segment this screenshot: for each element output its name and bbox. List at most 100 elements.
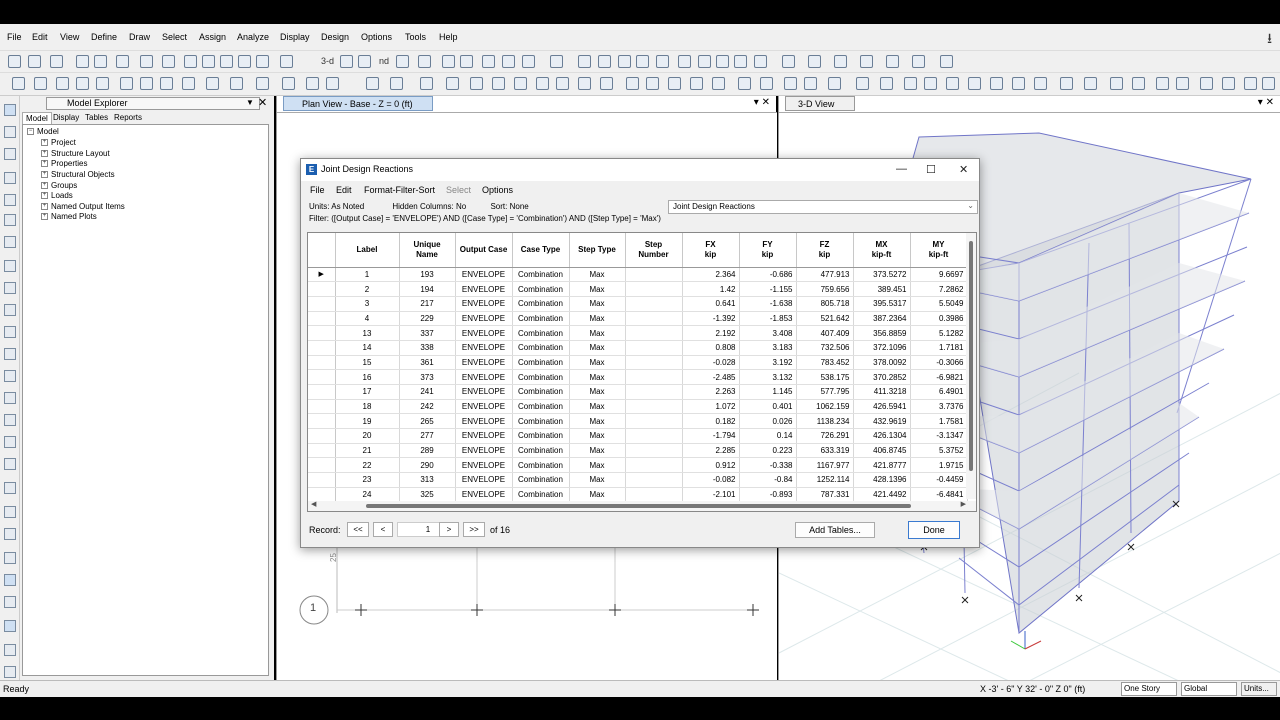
table-cell[interactable]: 0.026	[739, 413, 797, 430]
menu-display[interactable]: Display	[280, 32, 310, 42]
dimension-draw-icon[interactable]	[4, 414, 16, 426]
table-cell[interactable]: Combination	[512, 399, 570, 415]
clear-selection-icon[interactable]	[514, 77, 527, 90]
table-row[interactable]: ▶ 1 193 ENVELOPE Combination Max 2.364 -0.686 47…	[308, 267, 968, 283]
table-cell[interactable]: 1.7581	[910, 413, 968, 430]
row-selector[interactable]	[308, 472, 336, 488]
vertical-scrollbar[interactable]	[966, 233, 976, 499]
prev-record-button[interactable]: <	[373, 522, 393, 537]
table-cell[interactable]: Combination	[512, 428, 570, 444]
table-cell[interactable]: Combination	[512, 311, 570, 327]
table-cell[interactable]: 1.42	[682, 281, 740, 297]
table-cell[interactable]: 577.795	[796, 384, 854, 400]
scroll-left-icon[interactable]: ◀	[311, 500, 316, 508]
table-cell[interactable]: -0.082	[682, 472, 740, 488]
detail-icon[interactable]	[1156, 77, 1169, 90]
save-icon[interactable]	[50, 55, 63, 68]
column-header[interactable]: FZ kip	[796, 233, 854, 268]
draw-brace-icon[interactable]	[120, 77, 133, 90]
row-selector[interactable]	[308, 428, 336, 444]
row-selector[interactable]	[308, 413, 336, 430]
table-cell[interactable]: 337	[399, 325, 456, 341]
table-cell[interactable]	[625, 296, 683, 312]
select-plane-icon[interactable]	[578, 77, 591, 90]
row-selector[interactable]	[308, 384, 336, 400]
table-cell[interactable]: 9.6697	[910, 267, 968, 283]
table-cell[interactable]: ENVELOPE	[455, 384, 513, 400]
vertical-scroll-thumb[interactable]	[969, 241, 973, 471]
table-cell[interactable]: 0.912	[682, 457, 740, 474]
table-cell[interactable]: ENVELOPE	[455, 325, 513, 341]
table-cell[interactable]: Max	[569, 311, 626, 327]
table-cell[interactable]: Combination	[512, 369, 570, 385]
table-cell[interactable]: 0.223	[739, 443, 797, 459]
table-cell[interactable]: 426.1304	[853, 428, 911, 444]
table-row[interactable]: 20 277 ENVELOPE Combination Max -1.794 0.14 726…	[308, 428, 968, 444]
snap-points-icon[interactable]	[4, 596, 16, 608]
beam-icon[interactable]	[618, 55, 631, 68]
dialog-menu-file[interactable]: File	[310, 185, 325, 195]
table-cell[interactable]	[625, 443, 683, 459]
assign-diaphragm-icon[interactable]	[760, 77, 773, 90]
table-cell[interactable]: 373	[399, 369, 456, 385]
table-row[interactable]: 16 373 ENVELOPE Combination Max -2.485 3.132 53…	[308, 369, 968, 385]
snap-mid-icon[interactable]	[326, 77, 339, 90]
minimize-icon[interactable]: —	[896, 163, 907, 175]
brace-draw-icon[interactable]	[4, 236, 16, 248]
tree-item[interactable]: + Properties	[41, 159, 87, 168]
table-cell[interactable]: 2.192	[682, 325, 740, 341]
table-cell[interactable]: 194	[399, 281, 456, 297]
design-concrete-icon[interactable]	[990, 77, 1003, 90]
tab-model[interactable]: Model	[22, 112, 52, 124]
zoom-window-icon[interactable]	[184, 55, 197, 68]
row-selector[interactable]	[308, 296, 336, 312]
table-cell[interactable]: 1138.234	[796, 413, 854, 430]
table-cell[interactable]: Max	[569, 384, 626, 400]
row-selector[interactable]	[308, 355, 336, 371]
table-cell[interactable]: 395.5317	[853, 296, 911, 312]
table-cell[interactable]: 290	[399, 457, 456, 474]
opening-draw-icon[interactable]	[4, 304, 16, 316]
section-cut-draw-icon[interactable]	[4, 482, 16, 494]
expand-icon[interactable]: +	[41, 182, 48, 190]
table-cell[interactable]: Max	[569, 296, 626, 312]
current-row-indicator[interactable]: ▶	[308, 267, 336, 283]
replicate-icon[interactable]	[600, 77, 613, 90]
column-icon[interactable]	[636, 55, 649, 68]
menu-file[interactable]: File	[7, 32, 22, 42]
expand-icon[interactable]: +	[41, 213, 48, 221]
select-prev-icon[interactable]	[492, 77, 505, 90]
new-model-icon[interactable]	[8, 55, 21, 68]
table-cell[interactable]: Max	[569, 457, 626, 474]
table-cell[interactable]: -1.794	[682, 428, 740, 444]
table-row[interactable]: 2 194 ENVELOPE Combination Max 1.42 -1.155 759.…	[308, 281, 968, 297]
lock-icon[interactable]	[140, 55, 153, 68]
snap-grid-icon[interactable]	[420, 77, 433, 90]
ps-select-icon[interactable]	[4, 528, 16, 540]
design-steel-icon[interactable]	[968, 77, 981, 90]
horizontal-scrollbar[interactable]: ◀ ▶	[308, 500, 976, 511]
expand-icon[interactable]: +	[41, 139, 48, 147]
3d-view-button[interactable]: 3-d	[321, 56, 334, 66]
table-row[interactable]: 13 337 ENVELOPE Combination Max 2.192 3.408 407…	[308, 325, 968, 341]
table-cell[interactable]	[625, 472, 683, 488]
tab-display[interactable]: Display	[50, 112, 82, 123]
tree-item[interactable]: + Named Output Items	[41, 202, 125, 211]
table-cell[interactable]: 0.808	[682, 340, 740, 356]
menu-analyze[interactable]: Analyze	[237, 32, 269, 42]
row-selector[interactable]	[308, 325, 336, 341]
table-cell[interactable]	[625, 487, 683, 503]
draw-beam-icon[interactable]	[76, 77, 89, 90]
scroll-right-icon[interactable]: ▶	[961, 500, 966, 508]
table-cell[interactable]: ENVELOPE	[455, 311, 513, 327]
line-style-icon[interactable]	[886, 55, 899, 68]
table-cell[interactable]: 19	[335, 413, 400, 430]
table-cell[interactable]: ENVELOPE	[455, 267, 513, 283]
expand-icon[interactable]: +	[41, 171, 48, 179]
set-display-icon[interactable]	[502, 55, 515, 68]
connect-icon[interactable]	[1262, 77, 1275, 90]
move-down-icon[interactable]	[460, 55, 473, 68]
row-selector[interactable]	[308, 399, 336, 415]
search-icon[interactable]	[1110, 77, 1123, 90]
plan-view-tab[interactable]: Plan View - Base - Z = 0 (ft)	[283, 96, 433, 111]
